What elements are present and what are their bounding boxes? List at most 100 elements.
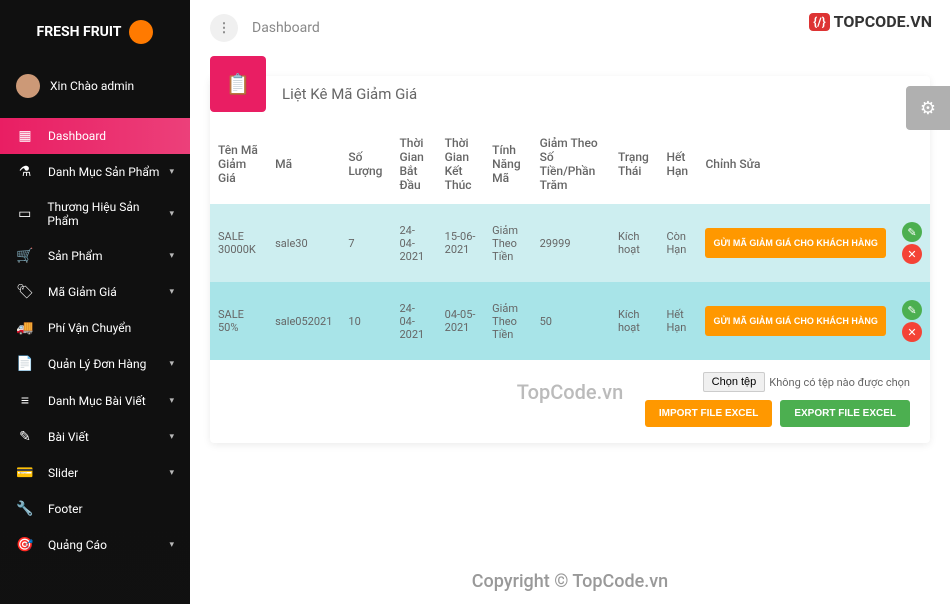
nav-icon: ▭: [16, 206, 33, 222]
cell-status: Kích hoạt: [610, 204, 659, 282]
edit-button[interactable]: ✎: [902, 222, 922, 242]
user-greeting: Xin Chào admin: [50, 79, 134, 93]
cell-end: 04-05-2021: [437, 282, 485, 360]
watermark-2: Copyright © TopCode.vn: [472, 571, 668, 592]
nav-label: Danh Mục Sản Phẩm: [48, 165, 159, 179]
nav-icon: 🛒: [16, 248, 34, 264]
nav-icon: 🏷: [16, 284, 34, 300]
card-title: Liệt Kê Mã Giảm Giá: [282, 85, 417, 103]
clipboard-icon: 📋: [210, 56, 266, 112]
cell-start: 24-04-2021: [391, 282, 436, 360]
topcode-icon: {/}: [809, 13, 829, 31]
sidebar-item[interactable]: 🛒 Sản Phẩm ▾: [0, 238, 190, 274]
sidebar-item[interactable]: ▦ Dashboard: [0, 118, 190, 154]
chevron-down-icon: ▾: [169, 540, 174, 550]
gear-icon: ⚙: [920, 98, 936, 119]
nav-label: Footer: [48, 502, 83, 516]
file-row: Chọn tệp Không có tệp nào được chọn: [210, 360, 930, 396]
th-feat: Tính Năng Mã: [484, 124, 531, 204]
chevron-down-icon: ▾: [169, 468, 174, 478]
brand-text: FRESH FRUIT: [37, 24, 122, 40]
sidebar-item[interactable]: ✎ Bài Viết ▾: [0, 419, 190, 455]
nav-label: Phí Vận Chuyển: [48, 321, 131, 335]
th-status: Trạng Thái: [610, 124, 659, 204]
send-coupon-button[interactable]: GỬI MÃ GIẢM GIÁ CHO KHÁCH HÀNG: [705, 306, 885, 336]
chevron-down-icon: ▾: [169, 209, 174, 219]
cell-feat: Giảm Theo Tiền: [484, 282, 531, 360]
cell-name: SALE 50%: [210, 282, 267, 360]
sidebar-item[interactable]: 🎯 Quảng Cáo ▾: [0, 527, 190, 563]
nav-icon: 💳: [16, 465, 34, 481]
nav-icon: 🎯: [16, 537, 34, 553]
nav-label: Bài Viết: [48, 430, 89, 444]
table-row: SALE 30000K sale30 7 24-04-2021 15-06-20…: [210, 204, 930, 282]
brand-logo-icon: [129, 20, 153, 44]
cell-code: sale30: [267, 204, 340, 282]
coupon-table: Tên Mã Giảm Giá Mã Số Lượng Thời Gian Bắ…: [210, 124, 930, 360]
nav-label: Quảng Cáo: [48, 538, 107, 552]
card: 📋 Liệt Kê Mã Giảm Giá Tên Mã Giảm Giá Mã…: [210, 76, 930, 443]
nav-label: Quản Lý Đơn Hàng: [48, 357, 146, 371]
edit-button[interactable]: ✎: [902, 300, 922, 320]
th-code: Mã: [267, 124, 340, 204]
nav-label: Slider: [48, 466, 78, 480]
th-edit: Chỉnh Sửa: [697, 124, 893, 204]
delete-button[interactable]: ✕: [902, 322, 922, 342]
sidebar: FRESH FRUIT Xin Chào admin ▦Dashboard⚗Da…: [0, 0, 190, 604]
cell-discount: 29999: [532, 204, 610, 282]
nav-list: ▦Dashboard⚗Danh Mục Sản Phẩm▾▭Thương Hiệ…: [0, 118, 190, 563]
sidebar-item[interactable]: ≡ Danh Mục Bài Viết ▾: [0, 382, 190, 419]
nav-label: Danh Mục Bài Viết: [48, 394, 146, 408]
cell-send: GỬI MÃ GIẢM GIÁ CHO KHÁCH HÀNG: [697, 282, 893, 360]
main: ⋮ Dashboard {/} TOPCODE.VN ⚙ 📋 Liệt Kê M…: [190, 0, 950, 604]
sidebar-item[interactable]: 🚚 Phí Vận Chuyển: [0, 310, 190, 346]
nav-icon: 🔧: [16, 501, 34, 517]
cell-expire: Hết Hạn: [658, 282, 697, 360]
th-end: Thời Gian Kết Thúc: [437, 124, 485, 204]
nav-icon: ▦: [16, 128, 34, 144]
card-head: 📋 Liệt Kê Mã Giảm Giá: [210, 76, 930, 124]
chevron-down-icon: ▾: [169, 396, 174, 406]
cell-code: sale052021: [267, 282, 340, 360]
nav-label: Mã Giảm Giá: [48, 285, 117, 299]
choose-file-button[interactable]: Chọn tệp: [703, 372, 766, 392]
cell-actions: ✎ ✕: [894, 204, 930, 282]
cell-send: GỬI MÃ GIẢM GIÁ CHO KHÁCH HÀNG: [697, 204, 893, 282]
cell-start: 24-04-2021: [391, 204, 436, 282]
menu-button[interactable]: ⋮: [210, 14, 238, 42]
cell-discount: 50: [532, 282, 610, 360]
cell-expire: Còn Hạn: [658, 204, 697, 282]
nav-icon: ✎: [16, 429, 34, 445]
sidebar-item[interactable]: 🔧 Footer: [0, 491, 190, 527]
chevron-down-icon: ▾: [169, 251, 174, 261]
cell-qty: 10: [340, 282, 391, 360]
export-button[interactable]: EXPORT FILE EXCEL: [780, 400, 910, 427]
cell-end: 15-06-2021: [437, 204, 485, 282]
sidebar-item[interactable]: ⚗Danh Mục Sản Phẩm▾: [0, 154, 190, 190]
delete-button[interactable]: ✕: [902, 244, 922, 264]
export-row: IMPORT FILE EXCEL EXPORT FILE EXCEL: [210, 396, 930, 443]
th-name: Tên Mã Giảm Giá: [210, 124, 267, 204]
sidebar-item[interactable]: ▭Thương Hiệu Sản Phẩm▾: [0, 190, 190, 238]
breadcrumb: Dashboard: [252, 20, 320, 36]
chevron-down-icon: ▾: [169, 359, 174, 369]
send-coupon-button[interactable]: GỬI MÃ GIẢM GIÁ CHO KHÁCH HÀNG: [705, 228, 885, 258]
import-button[interactable]: IMPORT FILE EXCEL: [645, 400, 772, 427]
th-discount: Giảm Theo Số Tiền/Phần Trăm: [532, 124, 610, 204]
sidebar-item[interactable]: 📄Quản Lý Đơn Hàng▾: [0, 346, 190, 382]
chevron-down-icon: ▾: [169, 167, 174, 177]
settings-fab[interactable]: ⚙: [906, 86, 950, 130]
cell-name: SALE 30000K: [210, 204, 267, 282]
chevron-down-icon: ▾: [169, 287, 174, 297]
th-qty: Số Lượng: [340, 124, 391, 204]
user-block[interactable]: Xin Chào admin: [0, 64, 190, 108]
nav-label: Dashboard: [48, 129, 106, 143]
th-start: Thời Gian Bắt Đầu: [391, 124, 436, 204]
cell-status: Kích hoạt: [610, 282, 659, 360]
nav-icon: ≡: [16, 392, 34, 409]
sidebar-item[interactable]: 🏷 Mã Giảm Giá ▾: [0, 274, 190, 310]
sidebar-item[interactable]: 💳 Slider ▾: [0, 455, 190, 491]
nav-icon: 🚚: [16, 320, 34, 336]
chevron-down-icon: ▾: [169, 432, 174, 442]
nav-label: Sản Phẩm: [48, 249, 103, 263]
